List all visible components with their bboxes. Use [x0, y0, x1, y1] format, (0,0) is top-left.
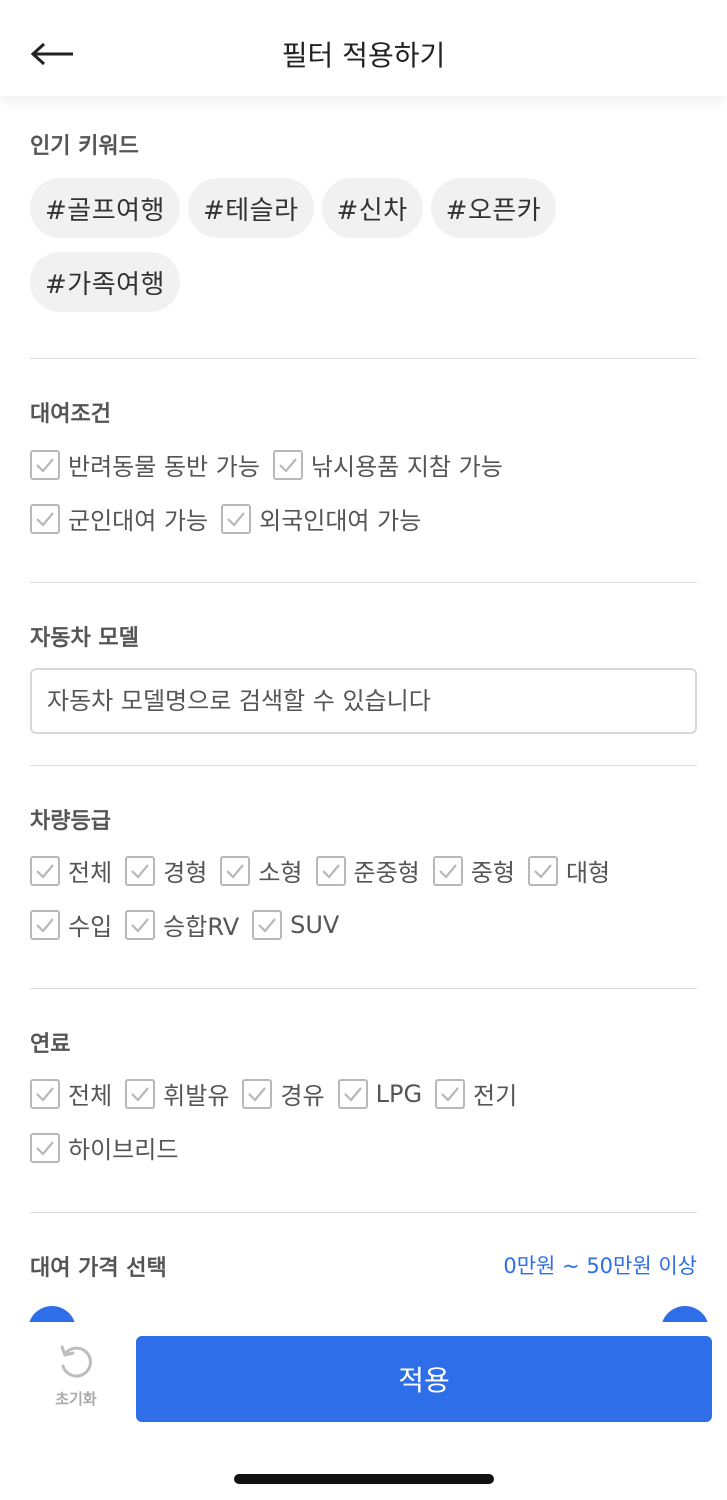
- checkbox-grade-mid[interactable]: 중형: [432, 853, 515, 888]
- fuel-row: 전체 휘발유 경유 LPG 전기: [30, 1076, 530, 1111]
- divider: [30, 988, 697, 989]
- check-icon: [527, 855, 558, 886]
- bottom-action-bar: 초기화 적용: [0, 1322, 727, 1500]
- reset-icon: [60, 1345, 92, 1378]
- check-icon: [315, 855, 346, 886]
- checkbox-label: LPG: [375, 1079, 423, 1108]
- checkbox-fuel-hybrid[interactable]: 하이브리드: [30, 1130, 178, 1165]
- divider: [30, 765, 697, 766]
- checkbox-label: 중형: [470, 859, 515, 887]
- check-icon: [30, 855, 60, 886]
- checkbox-grade-large[interactable]: 대형: [527, 853, 611, 888]
- car-grade-row: 수입 승합RV SUV: [30, 907, 352, 942]
- car-model-search-box: [30, 668, 697, 734]
- checkbox-label: 하이브리드: [68, 1136, 179, 1164]
- checkbox-label: 수입: [68, 913, 113, 941]
- checkbox-label: SUV: [290, 910, 340, 939]
- check-icon: [435, 1078, 466, 1109]
- checkbox-label: 반려동물 동반 가능: [68, 453, 260, 481]
- price-range-text: 0만원 ~ 50만원 이상: [503, 1254, 697, 1278]
- check-icon: [125, 909, 156, 940]
- check-icon: [252, 909, 283, 940]
- car-grade-row: 전체 경형 소형 준중형 중형 대형: [30, 853, 623, 888]
- apply-button[interactable]: 적용: [136, 1336, 712, 1422]
- checkbox-fuel-all[interactable]: 전체: [30, 1076, 112, 1111]
- checkbox-military[interactable]: 군인대여 가능: [30, 501, 208, 536]
- checkbox-label: 군인대여 가능: [68, 507, 209, 535]
- divider: [30, 582, 697, 583]
- checkbox-fuel-lpg[interactable]: LPG: [337, 1078, 423, 1109]
- checkbox-foreigner[interactable]: 외국인대여 가능: [221, 501, 421, 536]
- rental-conditions-row: 군인대여 가능 외국인대여 가능: [30, 501, 434, 536]
- check-icon: [125, 855, 156, 886]
- checkbox-grade-small[interactable]: 소형: [220, 853, 303, 888]
- checkbox-fuel-electric[interactable]: 전기: [435, 1076, 517, 1111]
- rental-conditions-row: 반려동물 동반 가능 낚시용품 지참 가능: [30, 447, 516, 482]
- checkbox-label: 경유: [280, 1082, 325, 1110]
- fuel-row: 하이브리드: [30, 1130, 191, 1165]
- divider: [30, 358, 697, 359]
- checkbox-label: 준중형: [353, 859, 420, 887]
- checkbox-grade-van[interactable]: 승합RV: [125, 907, 239, 942]
- reset-label: 초기화: [55, 1390, 97, 1408]
- check-icon: [30, 449, 60, 480]
- checkbox-label: 외국인대여 가능: [259, 507, 422, 535]
- checkbox-label: 전체: [68, 859, 113, 887]
- keywords-section-title: 인기 키워드: [30, 134, 139, 159]
- check-icon: [220, 855, 251, 886]
- checkbox-grade-all[interactable]: 전체: [30, 853, 112, 888]
- checkbox-fuel-diesel[interactable]: 경유: [242, 1076, 325, 1111]
- checkbox-label: 전체: [68, 1082, 113, 1110]
- checkbox-label: 낚시용품 지참 가능: [310, 453, 503, 481]
- car-model-search-input[interactable]: [47, 687, 680, 715]
- check-icon: [30, 1078, 60, 1109]
- divider: [30, 1212, 697, 1213]
- checkbox-label: 소형: [258, 859, 303, 887]
- keyword-chip[interactable]: #신차: [321, 178, 423, 238]
- checkbox-grade-light[interactable]: 경형: [125, 853, 207, 888]
- checkbox-pet[interactable]: 반려동물 동반 가능: [30, 447, 260, 482]
- keyword-chip[interactable]: #테슬라: [187, 178, 314, 238]
- check-icon: [337, 1078, 368, 1109]
- check-icon: [221, 503, 252, 534]
- home-indicator: [234, 1474, 494, 1484]
- check-icon: [242, 1078, 273, 1109]
- fuel-title: 연료: [30, 1032, 71, 1057]
- checkbox-label: 경형: [163, 859, 208, 887]
- keyword-chip-list: #골프여행 #테슬라 #신차 #오픈카 #가족여행: [30, 178, 630, 312]
- checkbox-label: 승합RV: [163, 913, 240, 941]
- rental-conditions-title: 대여조건: [30, 402, 111, 427]
- checkbox-label: 전기: [473, 1082, 518, 1110]
- check-icon: [125, 1078, 156, 1109]
- reset-button[interactable]: 초기화: [40, 1342, 112, 1422]
- header-bar: 필터 적용하기: [0, 0, 727, 96]
- checkbox-fishing[interactable]: 낚시용품 지참 가능: [272, 447, 503, 482]
- car-grade-title: 차량등급: [30, 809, 111, 834]
- keyword-chip[interactable]: #오픈카: [430, 178, 557, 238]
- page-title: 필터 적용하기: [281, 39, 446, 72]
- check-icon: [30, 1132, 60, 1163]
- checkbox-grade-import[interactable]: 수입: [30, 907, 112, 942]
- checkbox-label: 대형: [565, 859, 611, 887]
- check-icon: [30, 503, 60, 534]
- check-icon: [272, 449, 303, 480]
- checkbox-grade-semi-mid[interactable]: 준중형: [315, 853, 420, 888]
- checkbox-label: 휘발유: [163, 1082, 230, 1110]
- checkbox-grade-suv[interactable]: SUV: [252, 909, 340, 940]
- check-icon: [30, 909, 60, 940]
- keyword-chip[interactable]: #골프여행: [30, 178, 180, 238]
- keyword-chip[interactable]: #가족여행: [30, 252, 180, 312]
- price-title: 대여 가격 선택: [30, 1256, 167, 1281]
- car-model-title: 자동차 모델: [30, 626, 139, 651]
- check-icon: [432, 855, 463, 886]
- checkbox-fuel-gasoline[interactable]: 휘발유: [125, 1076, 229, 1111]
